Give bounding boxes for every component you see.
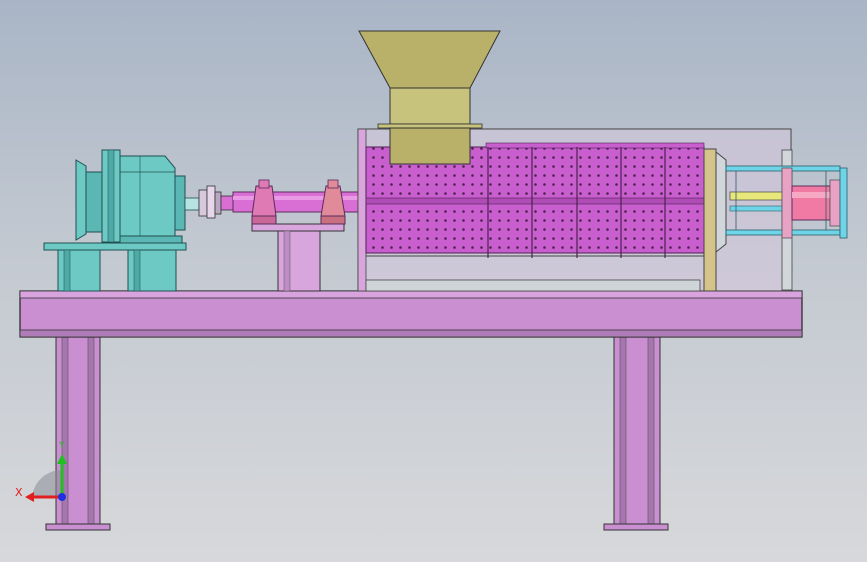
frame-main-beam[interactable]: [19, 290, 803, 338]
bearing-block-left[interactable]: [251, 179, 277, 225]
y-axis-label: Y: [59, 441, 65, 451]
frame-right-leg[interactable]: [603, 336, 669, 531]
bearing-block-right[interactable]: [320, 179, 346, 225]
gear-motor[interactable]: [75, 149, 200, 244]
cad-model-drawing: [19, 30, 848, 531]
bearing-stand[interactable]: [251, 223, 345, 292]
x-axis-label: X: [15, 486, 23, 499]
motor-stand[interactable]: [43, 242, 187, 292]
frame-left-leg[interactable]: [45, 336, 111, 531]
view-orientation-triad: [25, 454, 67, 502]
cad-viewport[interactable]: X Y: [0, 0, 867, 562]
shaft-coupling[interactable]: [198, 185, 234, 219]
z-axis-dot: [58, 493, 66, 501]
